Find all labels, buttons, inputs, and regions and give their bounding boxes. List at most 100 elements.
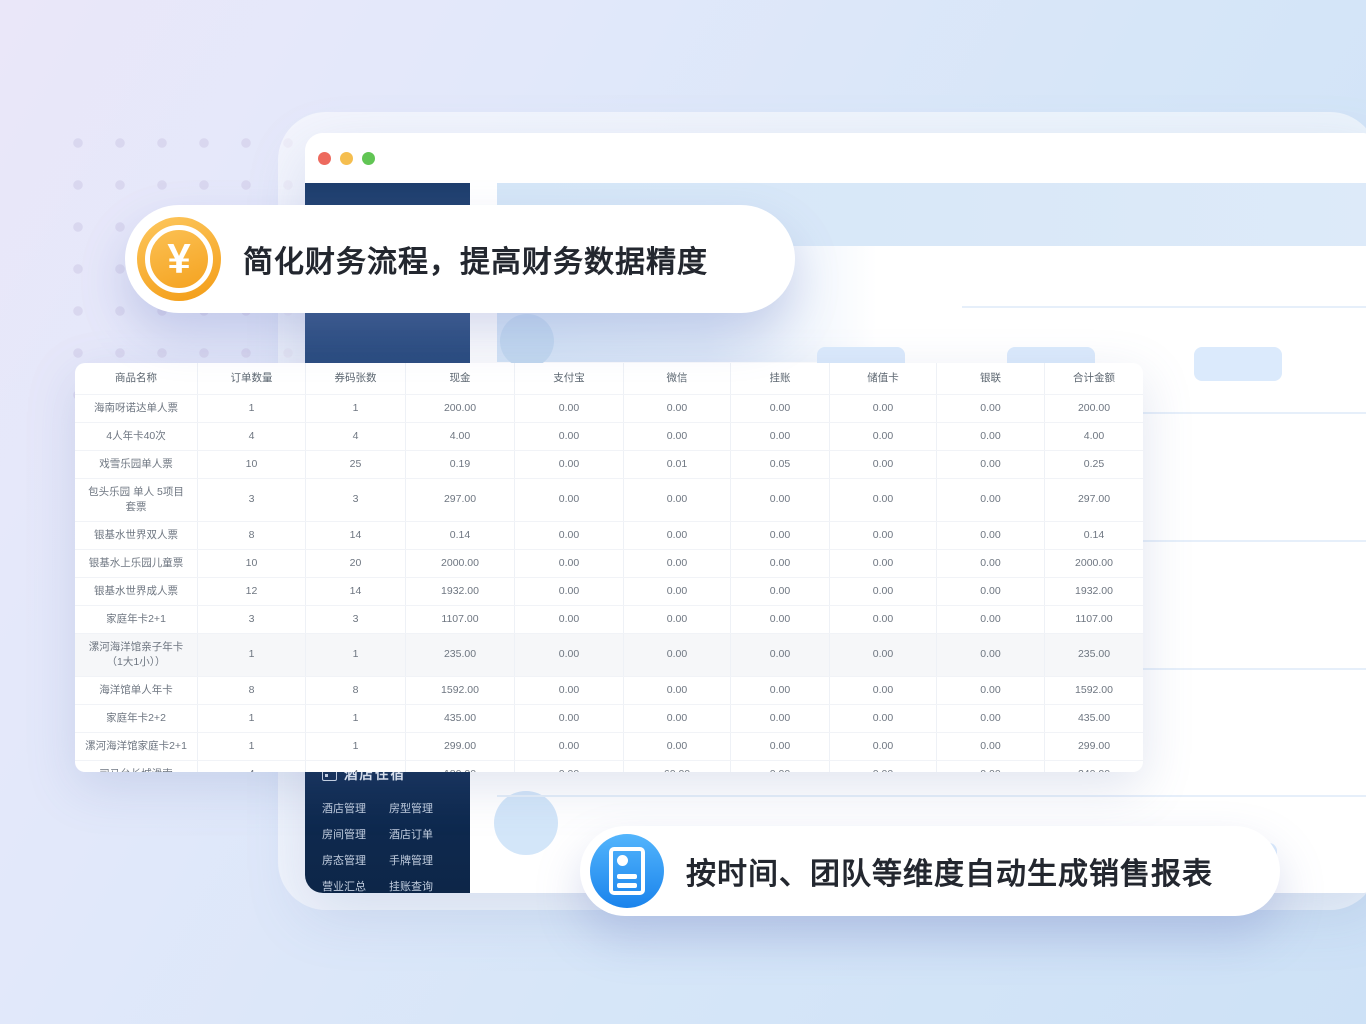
finance-callout: ¥ 简化财务流程，提高财务数据精度 (125, 205, 795, 313)
sidebar-item-roomtype-mgmt[interactable]: 房型管理 (389, 800, 433, 816)
table-cell: 1 (198, 634, 306, 676)
table-row: 4人年卡40次444.000.000.000.000.000.004.00 (75, 423, 1143, 451)
table-cell: 1 (306, 733, 406, 760)
table-cell: 0.00 (830, 423, 937, 450)
table-cell: 银基水世界双人票 (75, 522, 198, 549)
table-cell: 0.00 (515, 550, 624, 577)
table-cell: 200.00 (406, 395, 515, 422)
table-cell: 0.00 (830, 677, 937, 704)
table-cell: 2000.00 (406, 550, 515, 577)
table-cell: 0.00 (731, 733, 830, 760)
column-header: 微信 (624, 363, 731, 394)
table-cell: 0.00 (624, 634, 731, 676)
table-cell: 0.00 (937, 677, 1045, 704)
table-cell: 0.00 (830, 479, 937, 521)
table-cell: 0.00 (515, 522, 624, 549)
sidebar-item-room-mgmt[interactable]: 房间管理 (322, 826, 366, 842)
table-cell: 0.00 (830, 634, 937, 676)
table-cell: 0.00 (731, 423, 830, 450)
column-header: 挂账 (731, 363, 830, 394)
sales-report-table-card: 商品名称订单数量券码张数现金支付宝微信挂账储值卡银联合计金额 海南呀诺达单人票1… (75, 363, 1143, 772)
table-cell: 25 (306, 451, 406, 478)
table-cell: 4 (198, 423, 306, 450)
sidebar-item-hotel-orders[interactable]: 酒店订单 (389, 826, 433, 842)
table-cell: 297.00 (1045, 479, 1143, 521)
table-cell: 0.00 (937, 423, 1045, 450)
table-cell: 银基水上乐园儿童票 (75, 550, 198, 577)
sidebar-item-roomstatus-mgmt[interactable]: 房态管理 (322, 852, 366, 868)
table-cell: 0.00 (731, 479, 830, 521)
table-cell: 1932.00 (406, 578, 515, 605)
table-cell: 240.00 (1045, 761, 1143, 772)
table-cell: 0.00 (624, 423, 731, 450)
table-cell: 200.00 (1045, 395, 1143, 422)
sidebar-item-handcard-mgmt[interactable]: 手牌管理 (389, 852, 433, 868)
table-cell: 0.00 (624, 677, 731, 704)
sidebar-item-business-summary[interactable]: 营业汇总 (322, 878, 366, 893)
table-cell: 0.00 (937, 395, 1045, 422)
table-cell: 3 (306, 606, 406, 633)
column-header: 现金 (406, 363, 515, 394)
close-window-icon[interactable] (318, 152, 331, 165)
table-cell: 0.00 (515, 634, 624, 676)
table-cell: 0.00 (731, 634, 830, 676)
table-cell: 299.00 (406, 733, 515, 760)
table-cell: 435.00 (1045, 705, 1143, 732)
table-cell: 0.05 (731, 451, 830, 478)
table-cell: 1932.00 (1045, 578, 1143, 605)
table-row: 海洋馆单人年卡881592.000.000.000.000.000.001592… (75, 677, 1143, 705)
table-cell: 家庭年卡2+2 (75, 705, 198, 732)
table-cell: 2000.00 (1045, 550, 1143, 577)
table-cell: 家庭年卡2+1 (75, 606, 198, 633)
table-row: 银基水世界双人票8140.140.000.000.000.000.000.14 (75, 522, 1143, 550)
table-cell: 1 (306, 634, 406, 676)
table-cell: 299.00 (1045, 733, 1143, 760)
table-cell: 3 (198, 479, 306, 521)
skeleton-divider (962, 306, 1366, 308)
table-row: 包头乐园 单人 5项目套票33297.000.000.000.000.000.0… (75, 479, 1143, 522)
table-cell: 0.00 (731, 578, 830, 605)
table-cell: 235.00 (406, 634, 515, 676)
table-row: 银基水世界成人票12141932.000.000.000.000.000.001… (75, 578, 1143, 606)
table-cell: 0.00 (731, 761, 830, 772)
table-row: 海南呀诺达单人票11200.000.000.000.000.000.00200.… (75, 395, 1143, 423)
column-header: 商品名称 (75, 363, 198, 394)
sidebar-item-credit-query[interactable]: 挂账查询 (389, 878, 433, 893)
column-header: 储值卡 (830, 363, 937, 394)
table-cell: 0.01 (624, 451, 731, 478)
table-cell: 4人年卡40次 (75, 423, 198, 450)
sidebar-item-hotel-mgmt[interactable]: 酒店管理 (322, 800, 366, 816)
table-cell: 1 (306, 395, 406, 422)
table-cell: 0.00 (515, 677, 624, 704)
report-callout-text: 按时间、团队等维度自动生成销售报表 (686, 849, 1213, 893)
table-cell: 0.00 (830, 578, 937, 605)
table-cell: 4.00 (406, 423, 515, 450)
table-cell: 0.00 (830, 550, 937, 577)
table-cell: 0.00 (731, 606, 830, 633)
finance-callout-text: 简化财务流程，提高财务数据精度 (243, 237, 708, 281)
table-cell: 0.00 (515, 479, 624, 521)
table-cell: 0.00 (515, 733, 624, 760)
table-cell: 0.00 (624, 522, 731, 549)
table-cell: 0.00 (515, 761, 624, 772)
table-cell: 3 (306, 479, 406, 521)
table-cell: 10 (198, 451, 306, 478)
column-header: 银联 (937, 363, 1045, 394)
minimize-window-icon[interactable] (340, 152, 353, 165)
table-cell: 0.00 (830, 451, 937, 478)
yen-coin-icon: ¥ (137, 217, 221, 301)
table-cell: 海洋馆单人年卡 (75, 677, 198, 704)
maximize-window-icon[interactable] (362, 152, 375, 165)
table-cell: 297.00 (406, 479, 515, 521)
table-cell: 0.00 (830, 761, 937, 772)
table-cell: 1 (306, 705, 406, 732)
table-cell: 0.00 (830, 522, 937, 549)
table-cell: 0.00 (624, 395, 731, 422)
table-cell: 戏雪乐园单人票 (75, 451, 198, 478)
column-header: 订单数量 (198, 363, 306, 394)
page-canvas: 店铺列表 微商城装修 酒店住宿 酒店管理房型管理房间管理酒店订单房态管理手牌管理… (0, 0, 1366, 1024)
table-cell: 0.00 (624, 550, 731, 577)
table-cell: 0.00 (515, 606, 624, 633)
table-row: 漯河海洋馆家庭卡2+111299.000.000.000.000.000.002… (75, 733, 1143, 761)
table-cell: 0.00 (830, 395, 937, 422)
